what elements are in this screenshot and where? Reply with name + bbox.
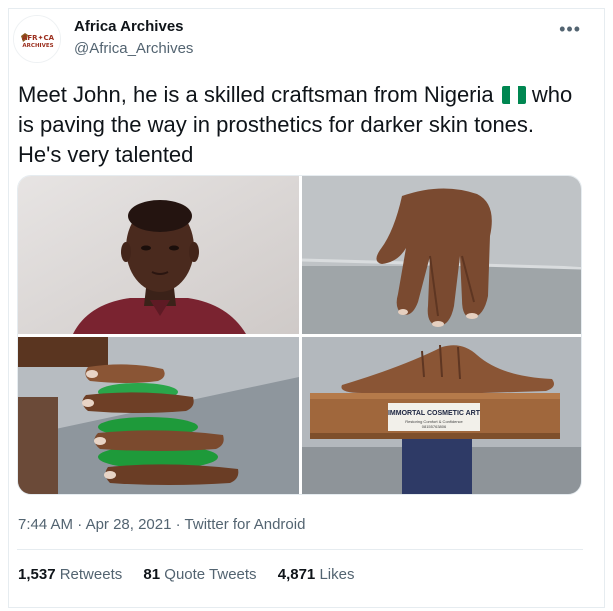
likes-count: 4,871	[277, 566, 316, 583]
tweet-meta: 7:44 AM · Apr 28, 2021 · Twitter for And…	[18, 516, 305, 533]
retweets-stat[interactable]: 1,537 Retweets	[18, 566, 122, 583]
prosthetic-hand-box-photo[interactable]: IMMORTAL COSMETIC ART Restoring Comfort …	[302, 337, 581, 494]
quote-tweets-stat[interactable]: 81 Quote Tweets	[143, 566, 256, 583]
quotes-label: Quote Tweets	[164, 566, 257, 583]
prosthetic-fingers-photo[interactable]	[18, 337, 299, 494]
tweet-stats: 1,537 Retweets 81 Quote Tweets 4,871 Lik…	[18, 566, 371, 583]
svg-text:ARCHIVES: ARCHIVES	[22, 43, 53, 49]
divider	[17, 549, 583, 550]
author-name[interactable]: Africa Archives	[74, 18, 184, 35]
tweet-header: AFR✦CA ARCHIVES Africa Archives @Africa_…	[13, 15, 583, 63]
tweet-date[interactable]: Apr 28, 2021	[86, 516, 172, 533]
avatar[interactable]: AFR✦CA ARCHIVES	[13, 15, 61, 63]
svg-text:AFR✦CA: AFR✦CA	[22, 34, 55, 42]
more-options-icon[interactable]: •••	[559, 19, 581, 40]
prosthetic-hand-photo[interactable]	[302, 176, 581, 334]
likes-stat[interactable]: 4,871 Likes	[278, 566, 355, 583]
box-label: IMMORTAL COSMETIC ART	[388, 410, 481, 417]
media-grid: IMMORTAL COSMETIC ART Restoring Comfort …	[17, 175, 582, 495]
likes-label: Likes	[319, 566, 355, 583]
nigeria-flag-icon	[501, 86, 526, 104]
meta-separator: ·	[175, 516, 181, 533]
retweets-count: 1,537	[18, 566, 56, 583]
africa-archives-logo: AFR✦CA ARCHIVES	[14, 16, 60, 62]
meta-separator: ·	[77, 516, 83, 533]
portrait-photo[interactable]	[18, 176, 299, 334]
tweet-text-part1: Meet John, he is a skilled craftsman fro…	[18, 82, 494, 107]
tweet-time[interactable]: 7:44 AM	[18, 516, 73, 533]
tweet-text: Meet John, he is a skilled craftsman fro…	[18, 80, 578, 170]
svg-text:08155763806: 08155763806	[422, 424, 447, 429]
quotes-count: 81	[143, 566, 161, 583]
tweet-source[interactable]: Twitter for Android	[185, 516, 306, 533]
author-handle[interactable]: @Africa_Archives	[74, 40, 193, 57]
retweets-label: Retweets	[59, 566, 123, 583]
